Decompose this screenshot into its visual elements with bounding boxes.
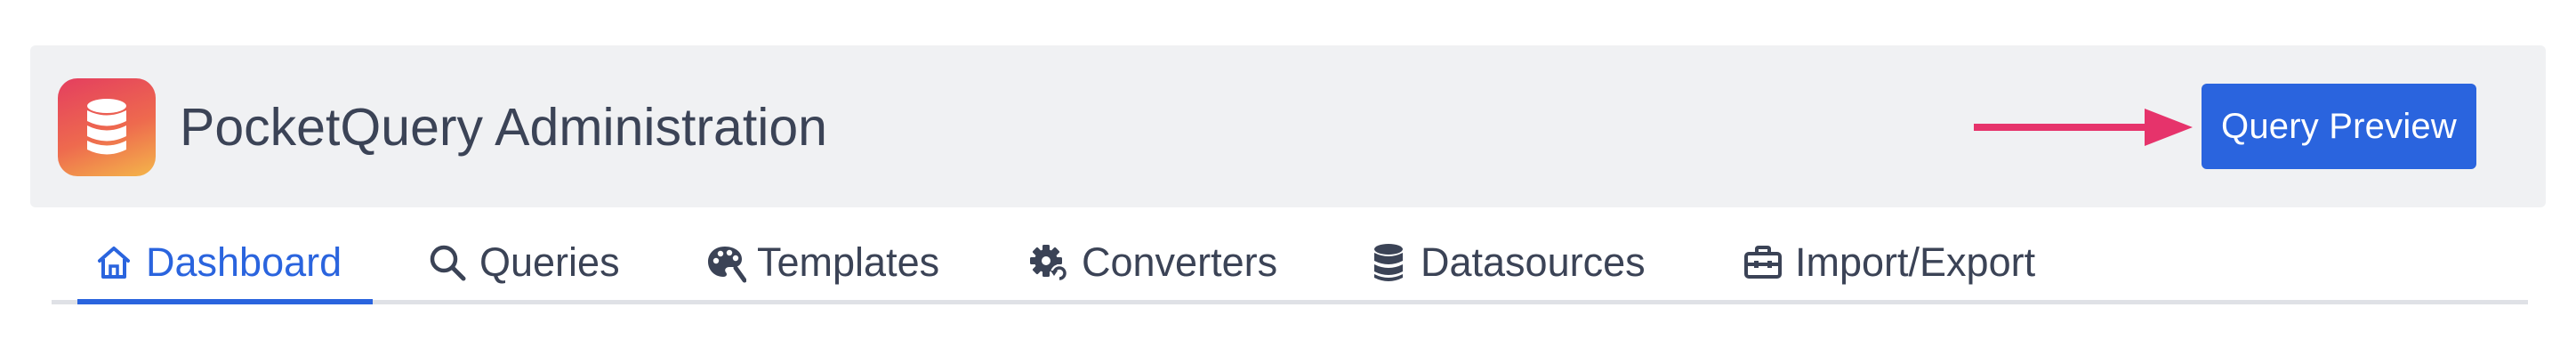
page-title: PocketQuery Administration	[180, 98, 827, 157]
palette-icon	[708, 247, 746, 283]
tab-queries[interactable]: Queries	[426, 221, 620, 304]
tab-label-import-export: Import/Export	[1795, 239, 2036, 285]
toolbox-icon	[1744, 246, 1782, 279]
tab-converters[interactable]: Converters	[1028, 221, 1277, 304]
database-icon	[87, 99, 126, 155]
database-icon	[1374, 244, 1403, 281]
tab-templates[interactable]: Templates	[704, 221, 939, 304]
gear-convert-icon	[1030, 245, 1068, 282]
admin-nav-tabs: Dashboard Queries Templates Converters D…	[52, 221, 2528, 306]
tab-dashboard[interactable]: Dashboard	[93, 221, 342, 304]
tab-datasources[interactable]: Datasources	[1367, 221, 1646, 304]
query-preview-button[interactable]: Query Preview	[2202, 84, 2476, 169]
tab-import-export[interactable]: Import/Export	[1742, 221, 2035, 304]
nav-divider	[52, 300, 2528, 304]
tab-label-queries: Queries	[479, 239, 620, 285]
tab-label-dashboard: Dashboard	[146, 239, 342, 285]
tab-label-converters: Converters	[1082, 239, 1278, 285]
pocketquery-logo	[58, 78, 156, 176]
tab-label-datasources: Datasources	[1421, 239, 1646, 285]
arrow-right-icon	[1974, 109, 2193, 146]
active-tab-indicator	[77, 299, 373, 304]
home-icon	[98, 247, 130, 279]
tab-label-templates: Templates	[757, 239, 940, 285]
search-icon	[430, 245, 466, 281]
admin-header: PocketQuery Administration Query Preview	[30, 45, 2546, 207]
